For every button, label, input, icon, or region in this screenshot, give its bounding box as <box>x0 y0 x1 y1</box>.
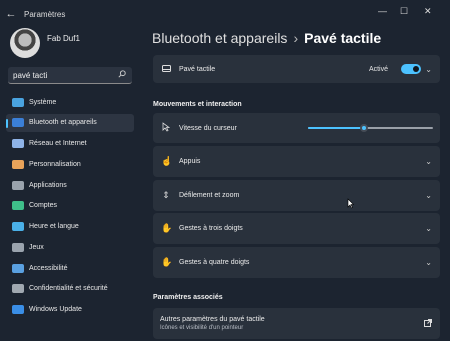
update-icon <box>12 305 24 314</box>
chevron-down-icon[interactable]: ⌄ <box>425 65 432 74</box>
accessibility-icon <box>12 263 24 273</box>
mouse-pointer-icon <box>347 198 355 211</box>
chevron-down-icon[interactable]: ⌄ <box>425 224 432 233</box>
touchpad-label: Pavé tactile <box>179 65 216 73</box>
three-finger-hand-icon: ✋ <box>161 223 173 233</box>
close-button[interactable]: ✕ <box>424 6 432 17</box>
apps-icon <box>12 180 24 190</box>
touchpad-card[interactable]: Pavé tactile Activé ⌄ <box>153 55 440 83</box>
scroll-zoom-card[interactable]: ⇕ Défilement et zoom ⌄ <box>153 180 440 211</box>
four-finger-hand-icon: ✋ <box>161 257 173 267</box>
sidebar-item-label: Bluetooth et appareils <box>29 119 97 127</box>
wifi-icon <box>12 139 24 148</box>
back-arrow-icon[interactable]: ← <box>0 8 22 20</box>
sidebar-item-label: Windows Update <box>29 306 82 313</box>
scroll-icon: ⇕ <box>162 190 170 200</box>
brush-icon <box>12 159 24 169</box>
breadcrumb-parent[interactable]: Bluetooth et appareils <box>152 30 287 46</box>
minimize-button[interactable]: — <box>378 6 387 16</box>
three-finger-label: Gestes à trois doigts <box>179 225 243 232</box>
taps-label: Appuis <box>179 158 201 165</box>
more-touchpad-settings-link[interactable]: Autres paramètres du pavé tactile Icônes… <box>153 308 440 339</box>
sidebar-item-windows-update[interactable]: Windows Update <box>6 301 134 319</box>
sidebar-item-confidentialite[interactable]: Confidentialité et sécurité <box>6 280 134 298</box>
slider-thumb[interactable] <box>360 124 369 132</box>
cursor-speed-label: Vitesse du curseur <box>179 124 237 132</box>
four-finger-label: Gestes à quatre doigts <box>179 259 250 266</box>
sidebar-item-comptes[interactable]: Comptes <box>6 197 134 215</box>
sidebar-item-label: Personnalisation <box>29 160 81 168</box>
search-box[interactable]: pavé tacti <box>8 67 132 84</box>
sidebar-item-systeme[interactable]: Système <box>6 93 134 111</box>
section-title-related: Paramètres associés <box>153 294 223 301</box>
link-title: Autres paramètres du pavé tactile <box>160 316 265 323</box>
bluetooth-icon <box>12 118 24 128</box>
user-name: Fab Duf1 <box>47 33 80 43</box>
open-external-icon[interactable] <box>424 318 432 329</box>
sidebar-item-reseau[interactable]: Réseau et Internet <box>6 135 134 153</box>
person-icon <box>12 201 24 211</box>
link-subtitle: Icônes et visibilité d'un pointeur <box>160 325 244 331</box>
cursor-speed-card: Vitesse du curseur <box>153 113 440 143</box>
cursor-speed-slider[interactable] <box>308 124 433 132</box>
window-title: Paramètres <box>24 9 66 19</box>
sidebar-nav: Système Bluetooth et appareils Réseau et… <box>6 93 134 321</box>
scroll-zoom-label: Défilement et zoom <box>179 192 240 199</box>
avatar <box>10 28 40 58</box>
chevron-down-icon[interactable]: ⌄ <box>425 157 432 166</box>
sidebar-item-label: Heure et langue <box>29 223 79 230</box>
gamepad-icon <box>12 242 24 252</box>
user-profile[interactable]: Fab Duf1 <box>10 28 80 58</box>
maximize-button[interactable]: ☐ <box>400 6 408 17</box>
tap-hand-icon: ☝ <box>161 156 173 166</box>
chevron-down-icon[interactable]: ⌄ <box>425 191 432 200</box>
link-text: Autres paramètres du pavé tactile Icônes… <box>160 316 265 331</box>
breadcrumb: Bluetooth et appareils › Pavé tactile <box>152 30 381 46</box>
sidebar-item-label: Applications <box>29 181 67 189</box>
section-title-interaction: Mouvements et interaction <box>153 101 242 108</box>
sidebar-item-applications[interactable]: Applications <box>6 176 134 194</box>
taps-card[interactable]: ☝ Appuis ⌄ <box>153 146 440 177</box>
sidebar-item-label: Réseau et Internet <box>29 140 87 147</box>
three-finger-card[interactable]: ✋ Gestes à trois doigts ⌄ <box>153 213 440 244</box>
shield-icon <box>12 284 24 294</box>
sidebar-item-bluetooth[interactable]: Bluetooth et appareils <box>6 113 134 132</box>
search-input[interactable]: pavé tacti <box>13 71 118 80</box>
four-finger-card[interactable]: ✋ Gestes à quatre doigts ⌄ <box>153 247 440 278</box>
sidebar-item-label: Confidentialité et sécurité <box>29 285 108 293</box>
touchpad-toggle[interactable] <box>401 64 421 74</box>
chevron-down-icon[interactable]: ⌄ <box>425 258 432 267</box>
search-icon[interactable] <box>118 70 132 80</box>
globe-clock-icon <box>12 222 24 231</box>
monitor-icon <box>12 97 24 107</box>
sidebar-item-label: Système <box>29 98 57 106</box>
slider-fill <box>308 127 365 129</box>
sidebar-item-label: Jeux <box>29 243 44 251</box>
touchpad-icon <box>161 64 171 74</box>
sidebar-item-heure[interactable]: Heure et langue <box>6 218 134 236</box>
sidebar-item-personnalisation[interactable]: Personnalisation <box>6 155 134 173</box>
toggle-status: Activé <box>368 65 388 73</box>
sidebar-item-label: Comptes <box>29 202 58 210</box>
page-title: Pavé tactile <box>304 30 382 46</box>
sidebar-item-label: Accessibilité <box>29 264 68 272</box>
breadcrumb-separator: › <box>293 30 299 46</box>
pointer-icon <box>161 122 171 134</box>
sidebar-item-jeux[interactable]: Jeux <box>6 238 134 256</box>
sidebar-item-accessibilite[interactable]: Accessibilité <box>6 259 134 277</box>
